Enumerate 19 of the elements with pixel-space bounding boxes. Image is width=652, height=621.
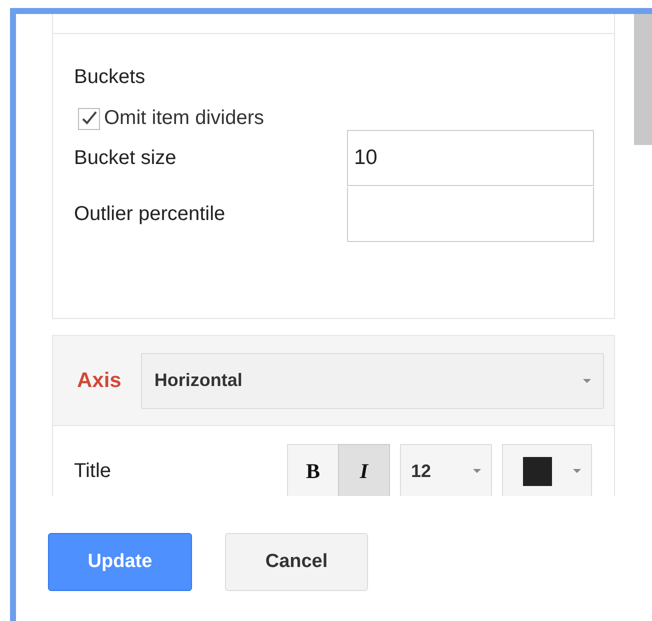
section-heading: Buckets [74,66,146,89]
color-picker[interactable] [502,444,592,496]
cancel-button[interactable]: Cancel [225,533,368,591]
checkbox-icon[interactable] [78,108,100,130]
omit-dividers-checkbox[interactable]: Omit item dividers [78,107,593,130]
input-field[interactable] [347,186,594,242]
axis-dropdown[interactable]: Horizontal [141,352,604,408]
input-field[interactable]: 10 [347,130,594,186]
font-size-dropdown[interactable]: 12 [400,444,492,496]
field-label: Bucket size [74,146,176,170]
field-label: Outlier percentile [74,202,226,226]
scrollbar[interactable] [634,14,652,145]
caret-icon [573,469,581,473]
section-heading: Axis [77,368,122,392]
caret-icon [583,378,591,382]
italic-button[interactable]: I [338,444,390,496]
bold-button[interactable]: B [287,444,339,496]
field-label: Title [74,460,112,482]
caret-icon [473,469,481,473]
